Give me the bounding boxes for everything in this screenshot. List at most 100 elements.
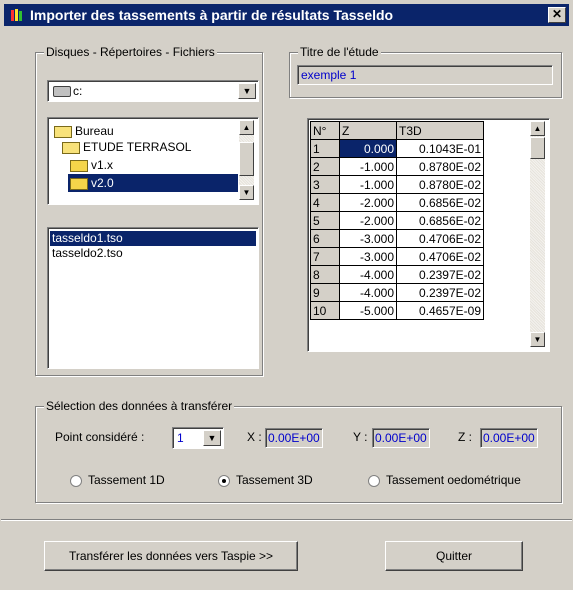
radio-label: Tassement 1D — [88, 473, 165, 487]
table-row[interactable]: 10 -5.000 0.4657E-09 — [310, 301, 484, 320]
study-title-field: exemple 1 — [297, 65, 553, 85]
dialog-window: Importer des tassements à partir de résu… — [0, 0, 573, 590]
table-row[interactable]: 5 -2.000 0.6856E-02 — [310, 211, 484, 230]
point-label: Point considéré : — [55, 430, 145, 444]
window-title: Importer des tassements à partir de résu… — [30, 7, 394, 23]
arrow-down-icon: ▼ — [533, 335, 542, 344]
open-folder-icon — [62, 141, 80, 154]
table-row[interactable]: 3 -1.000 0.8780E-02 — [310, 175, 484, 194]
grid-scroll-thumb[interactable] — [530, 137, 545, 159]
transfer-button[interactable]: Transférer les données vers Taspie >> — [44, 541, 298, 571]
radio-tassement-oedometrique[interactable]: Tassement oedométrique — [368, 473, 521, 487]
directory-label: v2.0 — [91, 176, 114, 190]
data-grid[interactable]: N° Z T3D 1 0.000 0.1043E-01 2 -1.000 0.8780E… — [307, 118, 550, 352]
z-cell[interactable]: -2.000 — [339, 211, 397, 230]
z-cell[interactable]: -4.000 — [339, 283, 397, 302]
arrow-down-icon: ▼ — [242, 188, 251, 197]
row-number: 5 — [310, 211, 340, 230]
arrow-up-icon: ▲ — [533, 124, 542, 133]
z-cell[interactable]: -3.000 — [339, 229, 397, 248]
scroll-up-button[interactable]: ▲ — [239, 120, 254, 135]
z-cell[interactable]: -1.000 — [339, 157, 397, 176]
directory-item[interactable]: v1.x — [70, 156, 113, 174]
open-folder-icon — [54, 125, 72, 138]
t3d-cell[interactable]: 0.6856E-02 — [396, 193, 484, 212]
directory-item[interactable]: ETUDE TERRASOL — [62, 138, 191, 156]
file-item-selected[interactable]: tasseldo1.tso — [50, 231, 256, 246]
drive-dropdown-button[interactable]: ▼ — [238, 83, 256, 99]
close-button[interactable]: ✕ — [548, 7, 566, 23]
directory-label: v1.x — [91, 158, 114, 172]
point-combobox[interactable]: 1 ▼ — [172, 427, 224, 449]
title-bar[interactable]: Importer des tassements à partir de résu… — [4, 4, 569, 26]
point-value: 1 — [177, 431, 184, 445]
point-dropdown-button[interactable]: ▼ — [203, 430, 221, 446]
table-row[interactable]: 1 0.000 0.1043E-01 — [310, 139, 484, 158]
t3d-cell[interactable]: 0.4706E-02 — [396, 247, 484, 266]
column-header: Z — [339, 121, 397, 140]
radio-label: Tassement 3D — [236, 473, 313, 487]
data-table: N° Z T3D 1 0.000 0.1043E-01 2 -1.000 0.8780E… — [310, 121, 484, 320]
t3d-cell[interactable]: 0.1043E-01 — [396, 139, 484, 158]
column-header: N° — [310, 121, 340, 140]
table-row[interactable]: 4 -2.000 0.6856E-02 — [310, 193, 484, 212]
t3d-cell[interactable]: 0.4706E-02 — [396, 229, 484, 248]
z-cell[interactable]: -3.000 — [339, 247, 397, 266]
column-header: T3D — [396, 121, 484, 140]
table-header-row: N° Z T3D — [310, 121, 484, 140]
z-cell[interactable]: -1.000 — [339, 175, 397, 194]
drive-icon — [53, 86, 71, 97]
chevron-down-icon: ▼ — [207, 433, 217, 443]
directory-list[interactable]: Bureau ETUDE TERRASOL v1.x v2.0 ▲ ▼ — [47, 117, 259, 205]
row-number: 9 — [310, 283, 340, 302]
y-value: 0.00E+00 — [372, 428, 430, 448]
directory-label: Bureau — [75, 124, 114, 138]
z-cell[interactable]: -2.000 — [339, 193, 397, 212]
quit-button[interactable]: Quitter — [385, 541, 523, 571]
radio-tassement-3d[interactable]: Tassement 3D — [218, 473, 313, 487]
t3d-cell[interactable]: 0.8780E-02 — [396, 157, 484, 176]
files-group-legend: Disques - Répertoires - Fichiers — [44, 45, 217, 59]
chevron-down-icon: ▼ — [242, 86, 252, 96]
t3d-cell[interactable]: 0.2397E-02 — [396, 265, 484, 284]
scroll-thumb[interactable] — [239, 142, 254, 176]
x-value: 0.00E+00 — [265, 428, 323, 448]
quit-button-label: Quitter — [435, 549, 472, 563]
drive-combobox[interactable]: c: ▼ — [47, 80, 259, 102]
grid-scroll-down-button[interactable]: ▼ — [530, 332, 545, 347]
table-row[interactable]: 2 -1.000 0.8780E-02 — [310, 157, 484, 176]
y-label: Y : — [353, 430, 368, 444]
file-item[interactable]: tasseldo2.tso — [50, 246, 256, 261]
t3d-cell[interactable]: 0.2397E-02 — [396, 283, 484, 302]
table-row[interactable]: 9 -4.000 0.2397E-02 — [310, 283, 484, 302]
table-row[interactable]: 7 -3.000 0.4706E-02 — [310, 247, 484, 266]
table-row[interactable]: 6 -3.000 0.4706E-02 — [310, 229, 484, 248]
grid-scroll-up-button[interactable]: ▲ — [530, 121, 545, 136]
file-list[interactable]: tasseldo1.tso tasseldo2.tso — [47, 227, 259, 369]
table-row[interactable]: 8 -4.000 0.2397E-02 — [310, 265, 484, 284]
t3d-cell[interactable]: 0.6856E-02 — [396, 211, 484, 230]
z-label: Z : — [458, 430, 472, 444]
radio-indicator — [70, 474, 82, 487]
row-number: 2 — [310, 157, 340, 176]
transfer-button-label: Transférer les données vers Taspie >> — [68, 549, 274, 563]
app-icon — [11, 9, 22, 21]
z-value: 0.00E+00 — [480, 428, 538, 448]
scroll-down-button[interactable]: ▼ — [239, 185, 254, 200]
separator — [1, 519, 572, 521]
z-cell[interactable]: -4.000 — [339, 265, 397, 284]
t3d-cell[interactable]: 0.8780E-02 — [396, 175, 484, 194]
selection-group-legend: Sélection des données à transférer — [44, 399, 235, 413]
z-cell-selected[interactable]: 0.000 — [339, 139, 397, 158]
z-cell[interactable]: -5.000 — [339, 301, 397, 320]
close-icon: ✕ — [551, 7, 563, 21]
radio-tassement-1d[interactable]: Tassement 1D — [70, 473, 165, 487]
radio-indicator — [368, 474, 380, 487]
arrow-up-icon: ▲ — [242, 123, 251, 132]
radio-label: Tassement oedométrique — [386, 473, 521, 487]
row-number: 1 — [310, 139, 340, 158]
t3d-cell[interactable]: 0.4657E-09 — [396, 301, 484, 320]
drive-value: c: — [73, 84, 83, 98]
folder-icon — [70, 159, 88, 172]
directory-item-selected[interactable]: v2.0 — [68, 174, 238, 192]
